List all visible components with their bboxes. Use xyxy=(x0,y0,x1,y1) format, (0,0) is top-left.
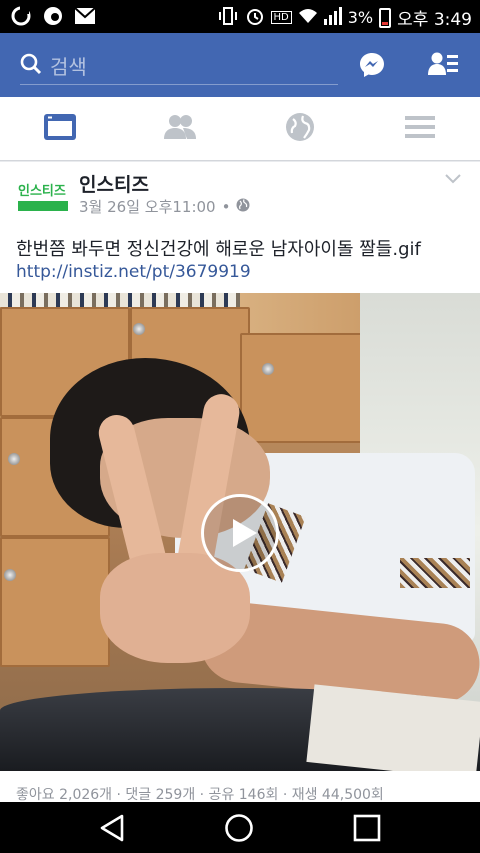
tab-menu[interactable] xyxy=(360,97,480,160)
page-logo-text: 인스티즈 xyxy=(18,184,66,199)
search-icon xyxy=(20,53,42,79)
feed-post: 인스티즈 인스티즈 3월 26일 오후11:00 • 한번쯤 봐두면 정신건강에… xyxy=(0,162,480,804)
recent-apps-icon[interactable] xyxy=(351,812,383,844)
video-locker-knob xyxy=(262,363,274,375)
menu-icon xyxy=(405,115,435,143)
hd-badge: HD xyxy=(270,11,292,24)
video-sleeve-trim xyxy=(400,558,470,588)
tab-news-feed[interactable] xyxy=(0,97,120,160)
news-feed-icon xyxy=(43,113,77,145)
battery-percent: 3% xyxy=(347,8,374,27)
system-nav-bar xyxy=(0,802,480,853)
messenger-notification-icon xyxy=(42,6,64,26)
signal-icon xyxy=(323,6,342,29)
video-books xyxy=(0,293,240,307)
page-avatar[interactable]: 인스티즈 xyxy=(18,178,68,212)
video-locker-knob xyxy=(8,453,20,465)
back-icon[interactable] xyxy=(96,812,128,844)
post-timestamp[interactable]: 3월 26일 오후11:00 xyxy=(79,196,216,217)
search-placeholder: 검색 xyxy=(50,55,87,79)
messenger-icon[interactable] xyxy=(358,51,388,81)
video-locker xyxy=(240,333,370,443)
search-input[interactable]: 검색 xyxy=(20,47,338,85)
alarm-icon xyxy=(245,6,265,30)
meta-separator: • xyxy=(221,197,231,216)
friends-icon xyxy=(163,114,197,144)
public-globe-icon xyxy=(236,198,250,216)
tab-notifications[interactable] xyxy=(240,97,360,160)
page-logo-bar xyxy=(18,201,68,211)
status-bar: HD 3% 오후 3:49 xyxy=(0,0,480,33)
battery-icon xyxy=(379,7,392,28)
app-notification-icon xyxy=(10,6,32,26)
tab-bar xyxy=(0,97,480,161)
video-locker-knob xyxy=(4,569,16,581)
post-stats[interactable]: 좋아요 2,026개 · 댓글 259개 · 공유 146회 · 재생 44,5… xyxy=(16,784,384,804)
tab-friends[interactable] xyxy=(120,97,240,160)
home-icon[interactable] xyxy=(223,812,255,844)
friend-requests-icon[interactable] xyxy=(428,51,458,81)
post-meta: 3월 26일 오후11:00 • xyxy=(79,196,250,217)
post-text: 한번쯤 봐두면 정신건강에 해로운 남자아이돌 짤들.gif xyxy=(16,239,421,260)
video-locker-knob xyxy=(133,323,145,335)
chevron-down-icon[interactable] xyxy=(444,170,462,189)
mail-icon xyxy=(74,6,96,26)
post-link[interactable]: http://instiz.net/pt/3679919 xyxy=(16,262,251,282)
video-locker xyxy=(0,537,110,667)
app-header: 검색 xyxy=(0,33,480,97)
globe-icon xyxy=(285,112,315,146)
clock: 오후 3:49 xyxy=(397,10,472,30)
video-player[interactable] xyxy=(0,293,480,771)
vibrate-icon xyxy=(217,6,239,30)
page-name[interactable]: 인스티즈 xyxy=(79,170,149,197)
wifi-icon xyxy=(298,7,318,29)
play-button-icon[interactable] xyxy=(201,494,279,572)
